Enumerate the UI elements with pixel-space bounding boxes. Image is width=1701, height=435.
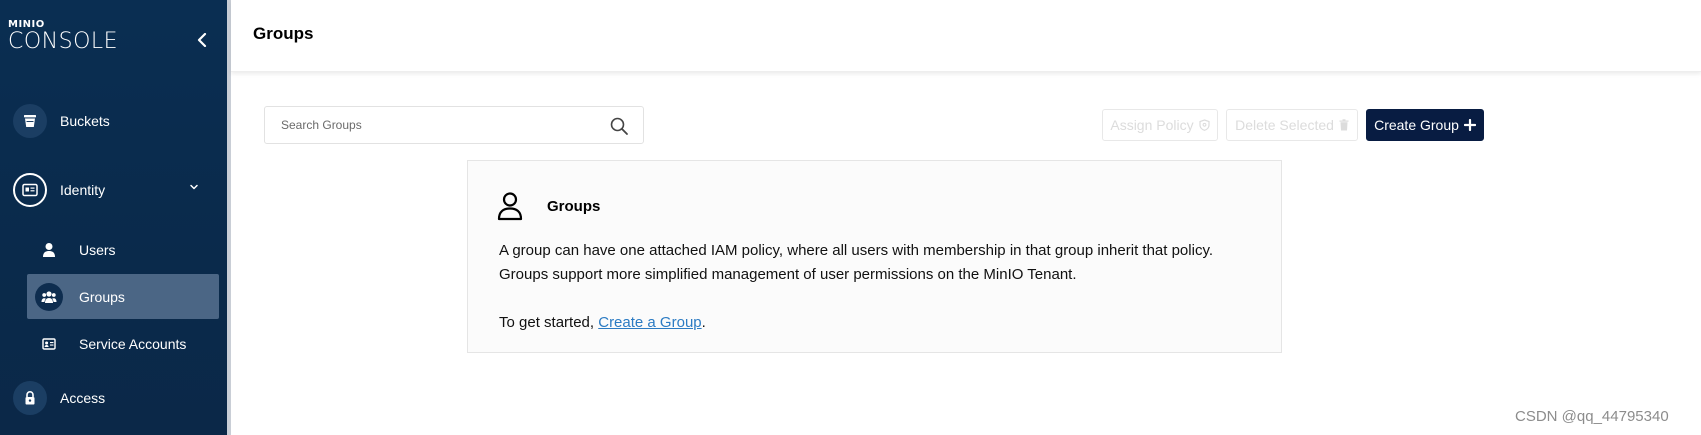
sidebar-item-label: Buckets — [60, 113, 110, 129]
collapse-sidebar-button[interactable] — [192, 28, 212, 52]
assign-policy-label: Assign Policy — [1110, 117, 1194, 133]
create-group-link[interactable]: Create a Group — [598, 314, 701, 331]
user-icon — [35, 236, 63, 264]
sidebar-item-label: Groups — [79, 288, 125, 305]
cta-suffix: . — [701, 314, 706, 331]
sidebar-item-label: Access — [60, 390, 106, 406]
groups-help-card: Groups A group can have one attached IAM… — [467, 160, 1282, 353]
card-title: Groups — [547, 198, 601, 215]
search-icon[interactable] — [609, 116, 629, 136]
card-text-line: A group can have one attached IAM policy… — [499, 242, 1213, 259]
sidebar-item-label: Service Accounts — [79, 335, 187, 352]
create-group-label: Create Group — [1374, 117, 1459, 133]
sidebar: MINIO CONSOLE Buckets Identity Users Gro… — [0, 0, 231, 435]
cta-prefix: To get started, — [499, 314, 599, 331]
delete-selected-button[interactable]: Delete Selected — [1226, 109, 1358, 141]
chevron-left-icon — [197, 33, 207, 47]
search-groups-box[interactable] — [264, 106, 644, 144]
delete-selected-label: Delete Selected — [1235, 117, 1334, 133]
create-group-button[interactable]: Create Group — [1366, 109, 1484, 141]
card-text-line: Groups support more simplified managemen… — [499, 266, 1077, 283]
watermark-text: CSDN @qq_44795340 — [1515, 408, 1669, 425]
service-account-icon — [35, 330, 63, 358]
lock-icon — [13, 381, 47, 415]
identity-card-icon — [13, 173, 47, 207]
sidebar-item-groups[interactable]: Groups — [27, 274, 219, 319]
chevron-down-icon[interactable] — [189, 183, 199, 191]
sidebar-item-buckets[interactable]: Buckets — [0, 102, 227, 140]
card-body: A group can have one attached IAM policy… — [499, 239, 1269, 335]
logo-console-text: CONSOLE — [8, 29, 119, 54]
sidebar-item-service-accounts[interactable]: Service Accounts — [27, 321, 219, 366]
user-outline-icon — [497, 192, 523, 221]
page-title: Groups — [253, 24, 314, 43]
sidebar-item-identity[interactable]: Identity — [0, 171, 227, 209]
assign-policy-button[interactable]: Assign Policy — [1102, 109, 1218, 141]
groups-icon — [35, 282, 63, 311]
trash-icon — [1339, 119, 1349, 131]
card-cta: To get started, Create a Group. — [499, 311, 1269, 335]
sidebar-item-users[interactable]: Users — [27, 227, 219, 272]
page-header: Groups — [231, 0, 1701, 72]
sidebar-item-label: Identity — [60, 182, 106, 198]
sidebar-item-access[interactable]: Access — [0, 379, 227, 417]
sidebar-item-label: Users — [79, 241, 116, 258]
shield-icon — [1199, 119, 1210, 131]
minio-console-logo[interactable]: MINIO CONSOLE — [8, 20, 118, 54]
search-input[interactable] — [265, 107, 585, 143]
bucket-icon — [13, 104, 47, 138]
plus-icon — [1463, 119, 1476, 131]
